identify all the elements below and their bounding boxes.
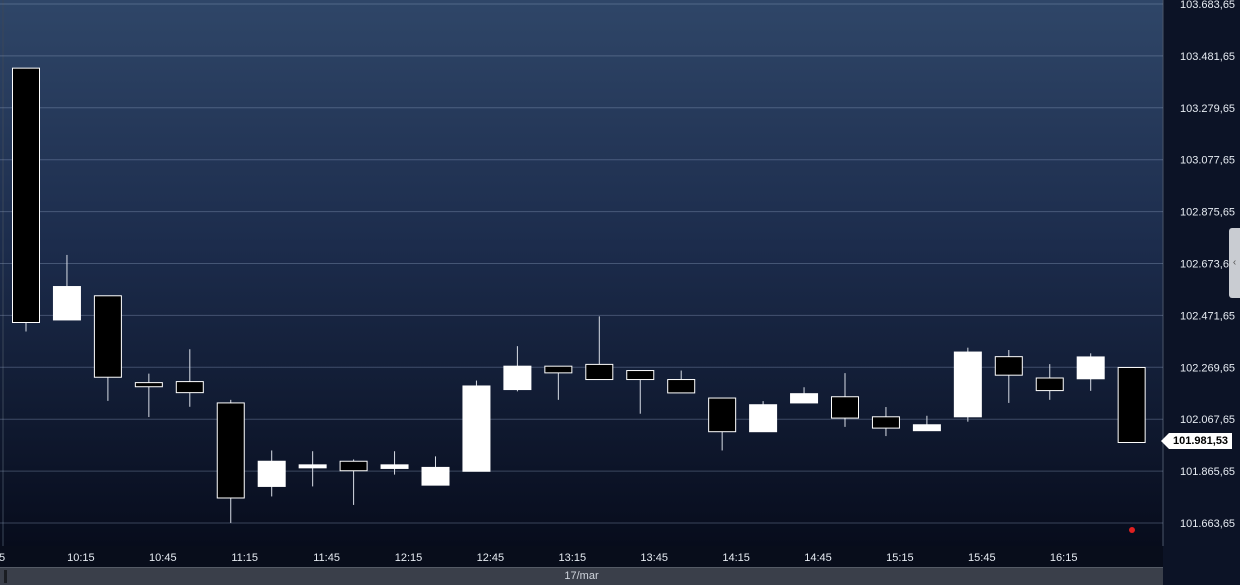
date-label: 17/mar [564, 570, 599, 582]
x-tick-label: 14:15 [722, 552, 750, 564]
scroll-grip[interactable] [4, 570, 7, 583]
x-tick-label: 15:45 [968, 552, 996, 564]
x-tick-label: 11:45 [313, 552, 340, 564]
y-tick-label: 103.077,65 [1180, 155, 1235, 167]
candle-body-up [749, 404, 778, 433]
live-indicator-dot [1129, 527, 1135, 533]
candle [1117, 366, 1146, 443]
candle-body-up [912, 424, 941, 432]
candle-body-down [626, 370, 655, 381]
candle-body-up [257, 460, 286, 487]
candle [953, 347, 982, 422]
y-tick-label: 103.481,65 [1180, 51, 1235, 63]
candle-body-down [134, 382, 163, 388]
x-tick-label: 12:15 [395, 552, 423, 564]
y-tick-label: 102.067,65 [1180, 414, 1235, 426]
y-tick-label: 102.471,65 [1180, 310, 1235, 322]
candle-body-down [12, 67, 40, 324]
candle-body-up [790, 393, 819, 404]
x-tick-label: 10:45 [149, 552, 177, 564]
y-tick-label: 103.279,65 [1180, 103, 1235, 115]
candle-body-up [421, 466, 450, 486]
x-tick-label: 12:45 [477, 552, 505, 564]
y-tick-label: 101.663,65 [1180, 518, 1235, 530]
candle-body-up [1076, 356, 1105, 380]
x-tick-label: 11:15 [231, 552, 258, 564]
collapse-panel-button[interactable]: ‹ [1229, 228, 1240, 298]
x-tick-label: 13:15 [559, 552, 587, 564]
candle-body-down [544, 365, 573, 374]
candle-body-down [216, 402, 245, 499]
x-tick-label: 14:45 [804, 552, 832, 564]
candle-body-down [175, 381, 204, 394]
last-price-badge: 101.981,53 [1160, 433, 1233, 449]
chart-canvas[interactable]: 103.683,65 103.481,65 103.279,65 103.077,65… [0, 0, 1240, 584]
candlestick-chart[interactable]: 103.683,65 103.481,65 103.279,65 103.077,65… [0, 0, 1240, 585]
y-tick-label: 103.683,65 [1180, 0, 1235, 11]
x-tick-label: 15:15 [886, 552, 914, 564]
candle-body-down [1117, 366, 1146, 443]
candle-body-down [93, 295, 122, 378]
x-tick-label: 13:45 [640, 552, 668, 564]
candle [462, 380, 491, 472]
candle-body-up [953, 351, 982, 418]
candle-body-down [871, 416, 900, 429]
candle-body-down [994, 356, 1023, 376]
x-tick-label: 45 [0, 552, 5, 564]
candle-body-up [52, 286, 81, 321]
candle-body-up [298, 464, 327, 469]
x-tick-label: 10:15 [67, 552, 95, 564]
candle-body-down [831, 396, 859, 419]
date-scrollbar[interactable]: 17/mar [0, 567, 1163, 585]
candle-body-up [462, 385, 491, 472]
y-tick-label: 101.865,65 [1180, 466, 1235, 478]
candle-body-down [585, 363, 614, 381]
candle-body-up [503, 365, 532, 391]
candle-body-down [708, 397, 737, 433]
candle-body-up [380, 464, 409, 469]
candle-body-down [339, 460, 368, 472]
candle-body-down [667, 379, 696, 394]
candle [12, 67, 40, 332]
plot-background [0, 0, 1163, 546]
x-tick-label: 16:15 [1050, 552, 1078, 564]
chevron-left-icon: ‹ [1232, 257, 1237, 268]
y-tick-label: 102.269,65 [1180, 362, 1235, 374]
y-tick-label: 102.875,65 [1180, 207, 1235, 219]
candle [749, 401, 778, 433]
y-tick-label: 102.673,6 [1180, 259, 1229, 271]
candle-body-down [1035, 377, 1064, 392]
